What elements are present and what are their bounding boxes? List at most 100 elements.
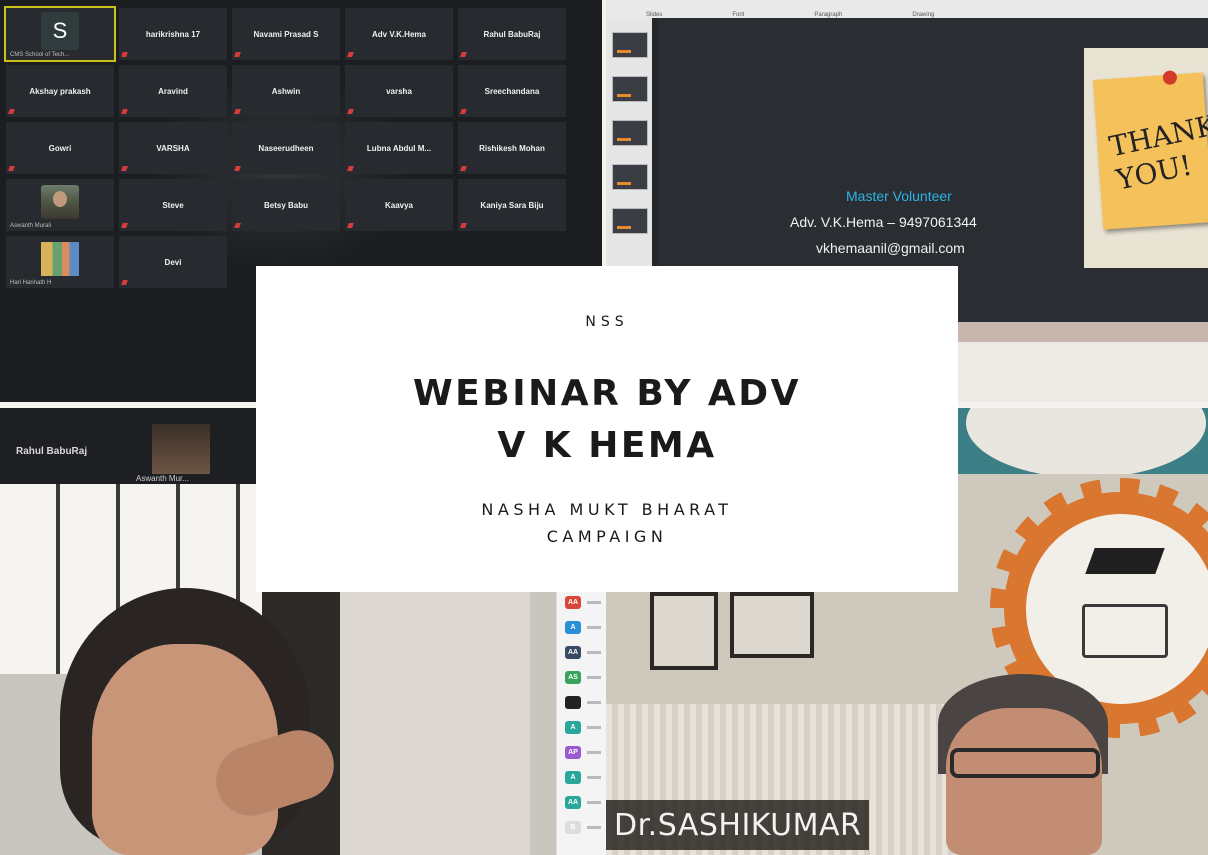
participant-name: Kaavya	[384, 200, 414, 210]
participant-name: Gowri	[48, 143, 72, 153]
background-wall	[340, 592, 530, 855]
participant-name: Aravind	[158, 86, 188, 96]
participant-video-thumb	[41, 185, 79, 219]
participant-caption: CMS School of Tech...	[10, 52, 70, 58]
guest-face	[946, 708, 1102, 855]
mic-muted-icon	[121, 166, 128, 171]
participant-initials-chip[interactable]: AP	[565, 746, 581, 759]
webinar-title-line: WEBINAR BY ADV	[412, 373, 802, 414]
mic-muted-icon	[121, 109, 128, 114]
participant-name-placeholder	[587, 801, 601, 804]
guest-name: Dr.SASHIKUMAR	[614, 807, 862, 843]
participant-initials-chip[interactable]: AA	[565, 646, 581, 659]
slide-email-text: vkhemaanil@gmail.com	[816, 240, 965, 256]
participant-name: Betsy Babu	[263, 200, 308, 210]
participant-initials-chip[interactable]	[565, 696, 581, 709]
participant-tile[interactable]: Adv V.K.Hema	[345, 8, 453, 60]
participant-tile[interactable]: Naseerudheen	[232, 122, 340, 174]
participant-name-placeholder	[587, 751, 601, 754]
participant-name-placeholder	[587, 776, 601, 779]
participant-initials-chip[interactable]: B	[565, 821, 581, 834]
slide-thumbnail[interactable]	[612, 164, 648, 190]
participant-initials-chip[interactable]: AA	[565, 596, 581, 609]
participant-name-placeholder	[587, 626, 601, 629]
participant-tile[interactable]: Navami Prasad S	[232, 8, 340, 60]
participant-caption: Aswanth Murali	[10, 223, 52, 229]
open-book-icon	[1082, 604, 1168, 658]
participant-tile[interactable]: varsha	[345, 65, 453, 117]
participant-tile[interactable]: VARSHA	[119, 122, 227, 174]
participant-tile[interactable]: Gowri	[6, 122, 114, 174]
participant-name: Naseerudheen	[258, 143, 314, 153]
participant-tile[interactable]: Lubna Abdul M...	[345, 122, 453, 174]
slide-role-text: Master Volunteer	[846, 188, 952, 204]
participant-name-placeholder	[587, 701, 601, 704]
participant-name-placeholder	[587, 651, 601, 654]
mic-muted-icon	[121, 223, 128, 228]
participant-tile-active[interactable]: S CMS School of Tech...	[4, 6, 116, 62]
participant-tile[interactable]: Betsy Babu	[232, 179, 340, 231]
participant-name: Devi	[164, 257, 182, 267]
participant-initials-chip[interactable]: AA	[565, 796, 581, 809]
mic-muted-icon	[8, 109, 15, 114]
participant-initials-chip[interactable]: A	[565, 621, 581, 634]
participant-caption: Hari Harinath H	[10, 280, 52, 286]
mic-muted-icon	[234, 109, 241, 114]
participant-name: VARSHA	[156, 143, 190, 153]
participant-profile-picture	[41, 242, 79, 276]
slide-thumbnail[interactable]	[612, 120, 648, 146]
slide-thumbnail[interactable]	[612, 76, 648, 102]
participant-initials-chip[interactable]: AS	[565, 671, 581, 684]
mic-muted-icon	[347, 166, 354, 171]
participant-tile[interactable]: Aravind	[119, 65, 227, 117]
participant-tile[interactable]: harikrishna 17	[119, 8, 227, 60]
participant-initials-chip[interactable]: A	[565, 771, 581, 784]
participant-tile-video[interactable]: Aswanth Murali	[6, 179, 114, 231]
participant-tile[interactable]: Sreechandana	[458, 65, 566, 117]
slide-name-phone-text: Adv. V.K.Hema – 9497061344	[790, 214, 977, 230]
sticky-note: THANK YOU!	[1092, 70, 1208, 230]
participant-name-placeholder	[587, 726, 601, 729]
participant-name: Akshay prakash	[29, 86, 91, 96]
campaign-subtitle-line: NASHA MUKT BHARAT	[481, 500, 733, 519]
participant-name: Rishikesh Mohan	[479, 143, 545, 153]
slide-thumbnails-pane	[606, 18, 652, 268]
thank-you-image: THANK YOU!	[1084, 48, 1208, 268]
wall-frame	[650, 592, 718, 670]
participant-tile[interactable]: Rahul BabuRaj	[458, 8, 566, 60]
participant-avatar: S	[41, 12, 79, 50]
mic-muted-icon	[234, 52, 241, 57]
title-card: NSS WEBINAR BY ADV V K HEMA NASHA MUKT B…	[256, 266, 958, 592]
glasses	[950, 748, 1100, 778]
participant-initials-chip[interactable]: A	[565, 721, 581, 734]
campaign-subtitle: NASHA MUKT BHARAT CAMPAIGN	[256, 496, 958, 550]
webinar-title-line: V K HEMA	[497, 425, 717, 466]
mic-muted-icon	[347, 109, 354, 114]
mic-muted-icon	[460, 166, 467, 171]
ribbon-toolbar: Slides Font Paragraph Drawing	[606, 0, 1208, 18]
participant-tile[interactable]: Devi	[119, 236, 227, 288]
mic-muted-icon	[234, 166, 241, 171]
participant-tile[interactable]: Akshay prakash	[6, 65, 114, 117]
participant-tile[interactable]: Ashwin	[232, 65, 340, 117]
mic-muted-icon	[460, 223, 467, 228]
participant-name: Kaniya Sara Biju	[480, 200, 544, 210]
slide-thumbnail[interactable]	[612, 208, 648, 234]
participant-tile[interactable]: Rishikesh Mohan	[458, 122, 566, 174]
participant-tile[interactable]: Kaniya Sara Biju	[458, 179, 566, 231]
mic-muted-icon	[347, 52, 354, 57]
mic-muted-icon	[460, 52, 467, 57]
slide-thumbnail[interactable]	[612, 32, 648, 58]
participant-tile[interactable]: Kaavya	[345, 179, 453, 231]
mic-muted-icon	[234, 223, 241, 228]
participant-name: Steve	[162, 200, 184, 210]
participant-tile-image[interactable]: Hari Harinath H	[6, 236, 114, 288]
mic-muted-icon	[121, 52, 128, 57]
participant-name-placeholder	[587, 601, 601, 604]
participant-name: harikrishna 17	[145, 29, 201, 39]
participant-name: Ashwin	[271, 86, 301, 96]
participant-name-placeholder	[587, 676, 601, 679]
participant-tile[interactable]: Steve	[119, 179, 227, 231]
organization-label: NSS	[585, 314, 629, 330]
participant-video-thumb[interactable]	[152, 424, 210, 474]
